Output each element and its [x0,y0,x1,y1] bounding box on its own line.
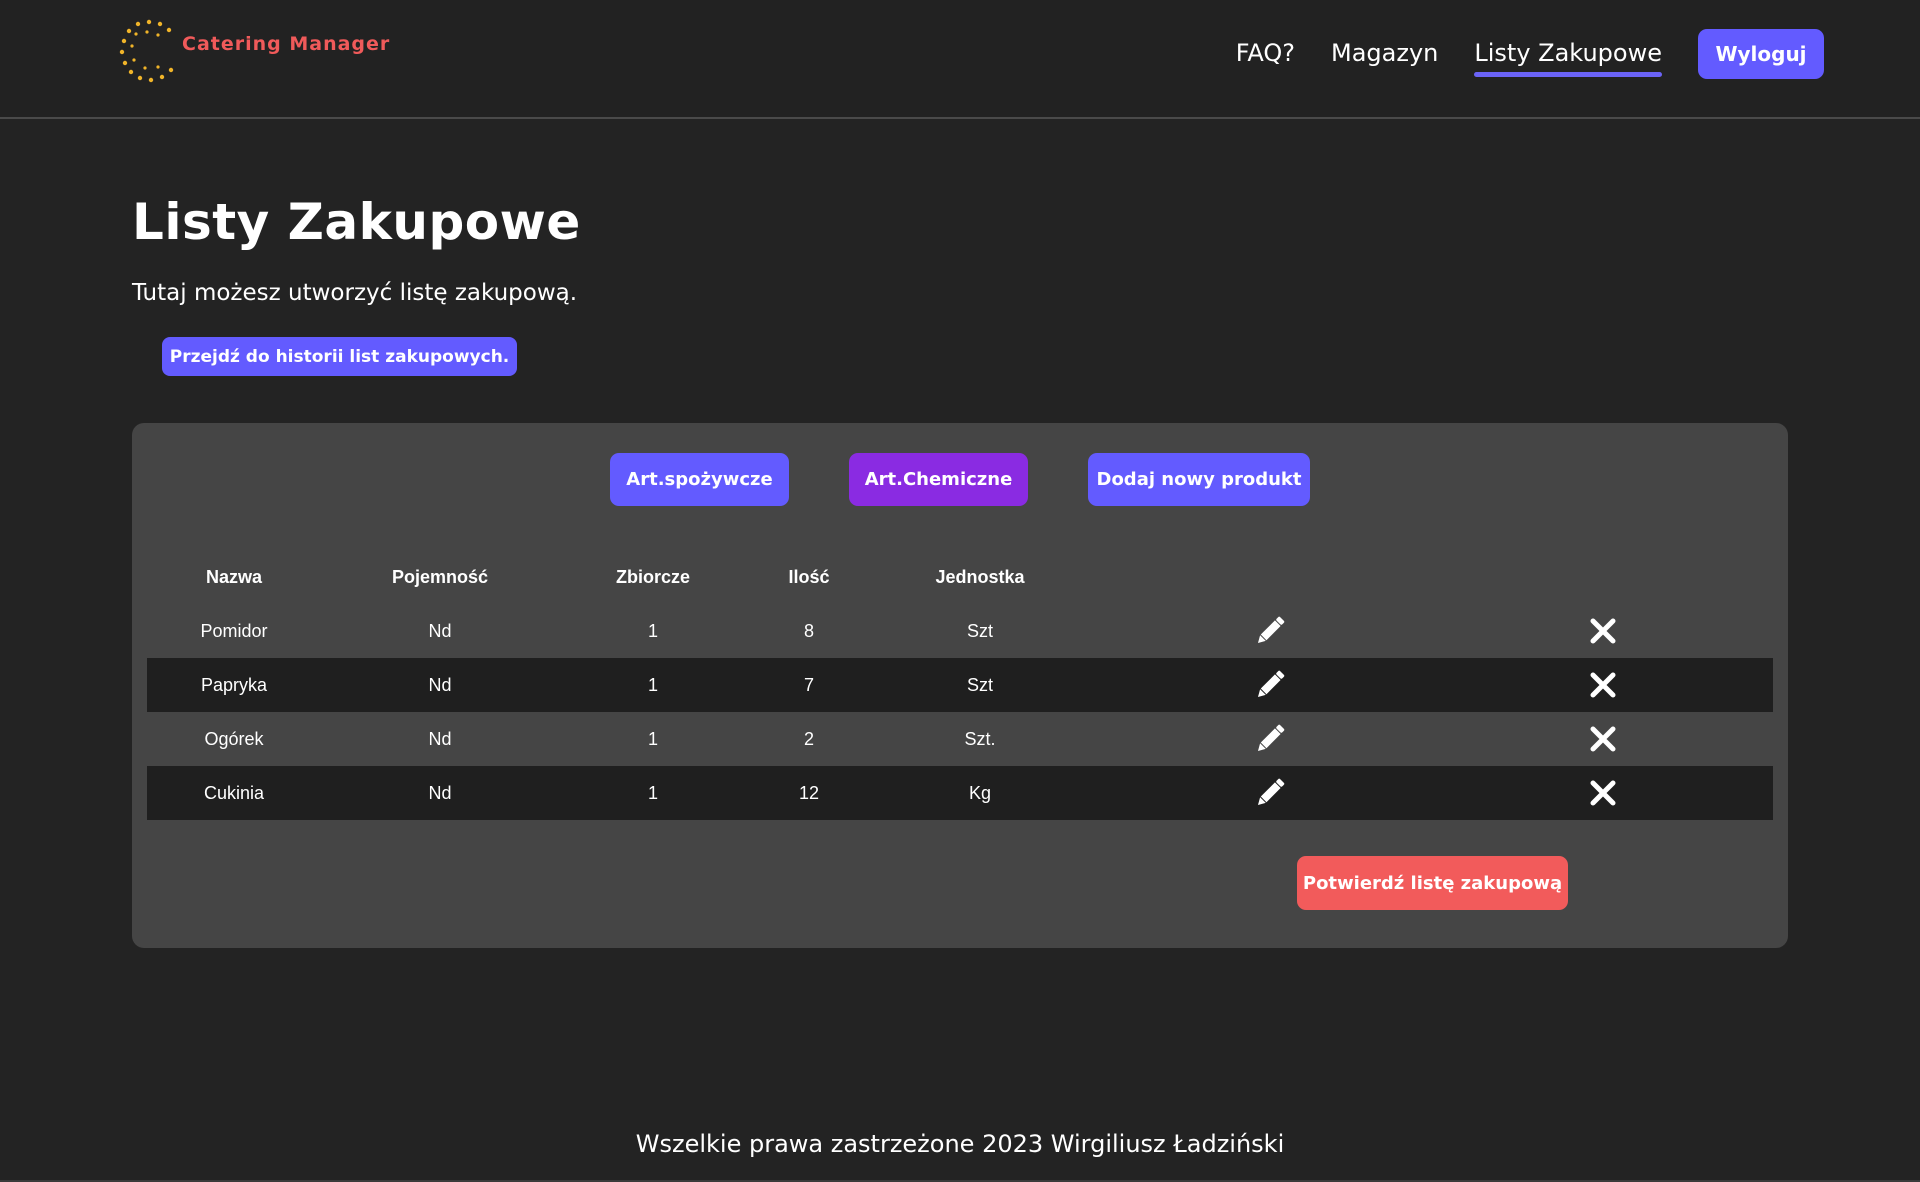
pencil-icon[interactable] [1251,658,1289,712]
row-unit: Szt [966,674,994,695]
main-nav: FAQ? Magazyn Listy Zakupowe Wyloguj [1236,29,1824,79]
row-quantity: 7 [803,674,815,695]
row-bulk: 1 [647,674,659,695]
shopping-list-table: Nazwa Pojemność Zbiorcze Ilość Jednostka… [147,550,1773,820]
nav-link-listy-zakupowe[interactable]: Listy Zakupowe [1474,39,1662,77]
row-unit: Szt. [964,728,996,749]
logo[interactable]: Catering Manager [118,18,390,84]
nav-link-magazyn[interactable]: Magazyn [1331,39,1438,75]
nav-link-faq[interactable]: FAQ? [1236,39,1295,75]
header-bulk: Zbiorcze [615,566,691,587]
table-header-row: Nazwa Pojemność Zbiorcze Ilość Jednostka [147,550,1773,604]
header-name: Nazwa [205,566,263,587]
header-bar: Catering Manager FAQ? Magazyn Listy Zaku… [0,0,1920,119]
table-row: Cukinia Nd 1 12 Kg [147,766,1773,820]
page-subtitle: Tutaj możesz utworzyć listę zakupową. [132,280,578,306]
footer-text: Wszelkie prawa zastrzeżone 2023 Wirgiliu… [635,1130,1285,1158]
close-icon[interactable] [1590,658,1616,712]
row-name: Cukinia [203,782,265,803]
shopping-list-panel: Art.spożywcze Art.Chemiczne Dodaj nowy p… [132,423,1788,948]
row-quantity: 2 [803,728,815,749]
chemical-category-button[interactable]: Art.Chemiczne [849,453,1028,506]
header-unit: Jednostka [935,566,1025,587]
row-bulk: 1 [647,728,659,749]
row-name: Ogórek [204,728,264,749]
row-quantity: 12 [798,782,820,803]
row-bulk: 1 [647,620,659,641]
row-capacity: Nd [428,728,452,749]
row-bulk: 1 [647,782,659,803]
pencil-icon[interactable] [1251,604,1289,658]
confirm-list-button[interactable]: Potwierdź listę zakupową [1297,856,1568,910]
table-row: Pomidor Nd 1 8 Szt [147,604,1773,658]
row-unit: Szt [966,620,994,641]
logo-text: Catering Manager [182,33,391,55]
pencil-icon[interactable] [1251,766,1289,820]
row-name: Pomidor [200,620,268,641]
history-button[interactable]: Przejdź do historii list zakupowych. [162,337,517,376]
row-capacity: Nd [428,620,452,641]
logo-dots-icon [119,19,174,83]
header-capacity: Pojemność [391,566,489,587]
row-capacity: Nd [428,782,452,803]
close-icon[interactable] [1590,766,1616,820]
close-icon[interactable] [1590,604,1616,658]
row-quantity: 8 [803,620,815,641]
table-row: Ogórek Nd 1 2 Szt. [147,712,1773,766]
row-unit: Kg [968,782,992,803]
table-row: Papryka Nd 1 7 Szt [147,658,1773,712]
row-capacity: Nd [428,674,452,695]
add-product-button[interactable]: Dodaj nowy produkt [1088,453,1310,506]
pencil-icon[interactable] [1251,712,1289,766]
food-category-button[interactable]: Art.spożywcze [610,453,789,506]
row-name: Papryka [200,674,268,695]
logout-button[interactable]: Wyloguj [1698,29,1824,79]
page-title: Listy Zakupowe [132,193,581,251]
header-quantity: Ilość [788,566,830,587]
close-icon[interactable] [1590,712,1616,766]
